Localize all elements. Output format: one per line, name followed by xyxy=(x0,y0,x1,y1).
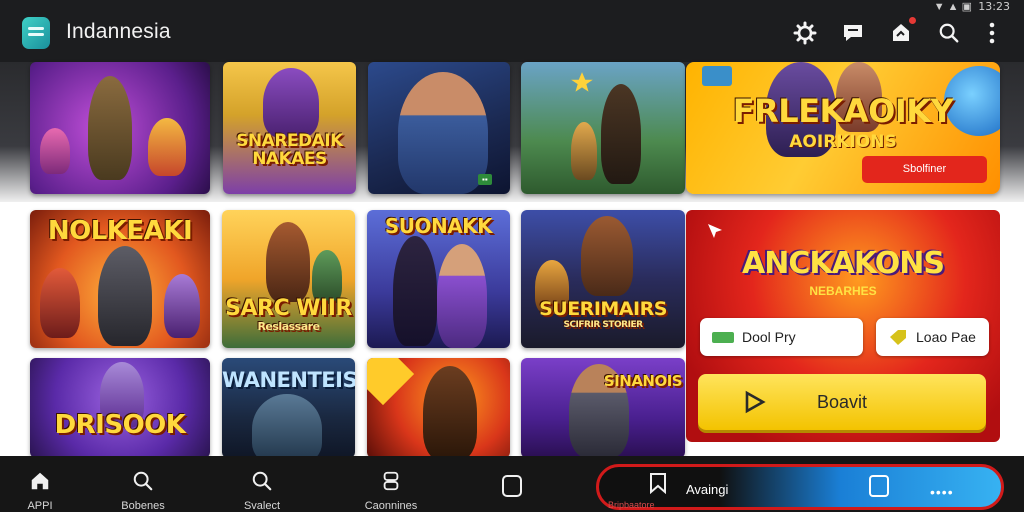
play-store-icon xyxy=(702,66,732,86)
nav-item-categories[interactable]: Caonnines xyxy=(341,456,441,512)
pill-label: Loao Pae xyxy=(916,329,976,345)
game-subtitle: SCIFRIR STORIER xyxy=(563,320,643,330)
settings-icon[interactable] xyxy=(792,20,818,46)
game-title: NOLKEAKI xyxy=(47,216,193,246)
game-card[interactable] xyxy=(367,358,510,458)
game-title: SUONAKK xyxy=(384,214,493,238)
nav-label: Bobenes xyxy=(121,500,165,512)
notification-badge xyxy=(908,16,917,25)
game-title: DRISOOK xyxy=(54,410,186,440)
nav-label: Svalect xyxy=(243,500,281,512)
character-art xyxy=(423,366,477,458)
featured-title: FRLEKAOIKY xyxy=(732,92,954,130)
featured-button[interactable]: Sbolfiner xyxy=(862,156,987,183)
promo-subtitle: NEBARHES xyxy=(809,284,877,298)
game-card[interactable]: ▪▪ xyxy=(368,62,510,194)
search-icon xyxy=(133,471,153,491)
character-art xyxy=(601,84,641,184)
character-art xyxy=(393,236,437,346)
game-title: SINANOIS xyxy=(603,372,683,390)
game-card[interactable]: WANENTEIS xyxy=(222,358,355,458)
game-title: WANENTEIS xyxy=(222,368,355,392)
pill-label: Dool Pry xyxy=(742,329,796,345)
nav-label: APPI xyxy=(27,500,53,512)
nav-label: Caonnines xyxy=(364,500,418,512)
cursor-icon xyxy=(708,224,722,238)
more-vertical-icon[interactable] xyxy=(979,20,1005,46)
categories-icon xyxy=(383,471,399,491)
nav-item-home[interactable]: APPI xyxy=(0,456,90,512)
game-title: SNAREDAIK NAKAES xyxy=(236,131,343,169)
status-time: 13:23 xyxy=(978,0,1010,13)
nav-item-select[interactable]: Svalect xyxy=(212,456,312,512)
character-art xyxy=(571,122,597,180)
app-title: Indannesia xyxy=(66,20,171,43)
character-art xyxy=(266,222,310,302)
tag-icon xyxy=(890,330,906,345)
top-bar: ▼ ▲ ▣ 13:23 Indannesia xyxy=(0,0,1024,62)
app-root: ▼ ▲ ▣ 13:23 Indannesia SNAREDAIK NAKAES xyxy=(0,0,1024,512)
game-card[interactable]: SNAREDAIK NAKAES xyxy=(223,62,356,194)
home-icon xyxy=(31,472,49,490)
character-art xyxy=(98,246,152,346)
featured-subtitle: AOIRKIONS xyxy=(789,132,897,152)
bookmark-icon xyxy=(650,473,666,494)
badge: ▪▪ xyxy=(478,174,492,185)
star-icon xyxy=(571,72,593,92)
character-art xyxy=(164,274,200,338)
character-art xyxy=(581,216,633,296)
chat-icon[interactable] xyxy=(840,20,866,46)
search-icon xyxy=(252,471,272,491)
character-art xyxy=(88,76,132,180)
square-icon xyxy=(502,475,522,497)
character-art xyxy=(398,72,488,194)
character-art xyxy=(148,118,186,176)
play-button-label: Boavit xyxy=(816,391,868,412)
notifications-icon[interactable] xyxy=(888,16,917,46)
game-card[interactable]: SINANOIS xyxy=(521,358,685,458)
more-dots-icon[interactable]: •••• xyxy=(930,484,954,500)
game-card[interactable]: SARC WIIR Reslassare xyxy=(222,210,355,348)
game-card[interactable] xyxy=(30,62,210,194)
featured-banner[interactable]: FRLEKAOIKY AOIRKIONS Sbolfiner xyxy=(686,62,1000,194)
nav-active-sublabel: Bripbaatore xyxy=(608,500,655,510)
nav-active-label: Avaingi xyxy=(686,482,729,497)
pill-button[interactable]: Dool Pry xyxy=(700,318,863,356)
character-art xyxy=(40,128,70,174)
pill-button[interactable]: Loao Pae xyxy=(876,318,989,356)
game-card[interactable]: SUONAKK xyxy=(367,210,510,348)
nav-item-library[interactable] xyxy=(462,456,562,512)
game-subtitle: Reslassare xyxy=(257,320,320,333)
game-card[interactable]: NOLKEAKI xyxy=(30,210,210,348)
game-card[interactable]: DRISOOK xyxy=(30,358,210,458)
game-title: SUERIMAIRS xyxy=(539,298,667,320)
nav-item-search[interactable]: Bobenes xyxy=(93,456,193,512)
search-icon[interactable] xyxy=(936,20,962,46)
status-icons: ▼ ▲ ▣ xyxy=(933,1,972,13)
character-art xyxy=(40,268,80,338)
corner-badge xyxy=(367,358,415,406)
promo-title: ANCKAKONS xyxy=(742,246,945,281)
ticket-icon xyxy=(712,331,734,343)
square-icon[interactable] xyxy=(868,474,890,498)
game-card[interactable]: SUERIMAIRS SCIFRIR STORIER xyxy=(521,210,685,348)
character-art xyxy=(252,394,322,458)
character-art xyxy=(263,68,319,138)
game-title: SARC WIIR xyxy=(225,296,352,321)
app-logo-icon[interactable] xyxy=(22,17,50,49)
play-button[interactable]: Boavit xyxy=(698,374,986,430)
game-card[interactable] xyxy=(521,62,685,194)
character-art xyxy=(437,244,487,348)
